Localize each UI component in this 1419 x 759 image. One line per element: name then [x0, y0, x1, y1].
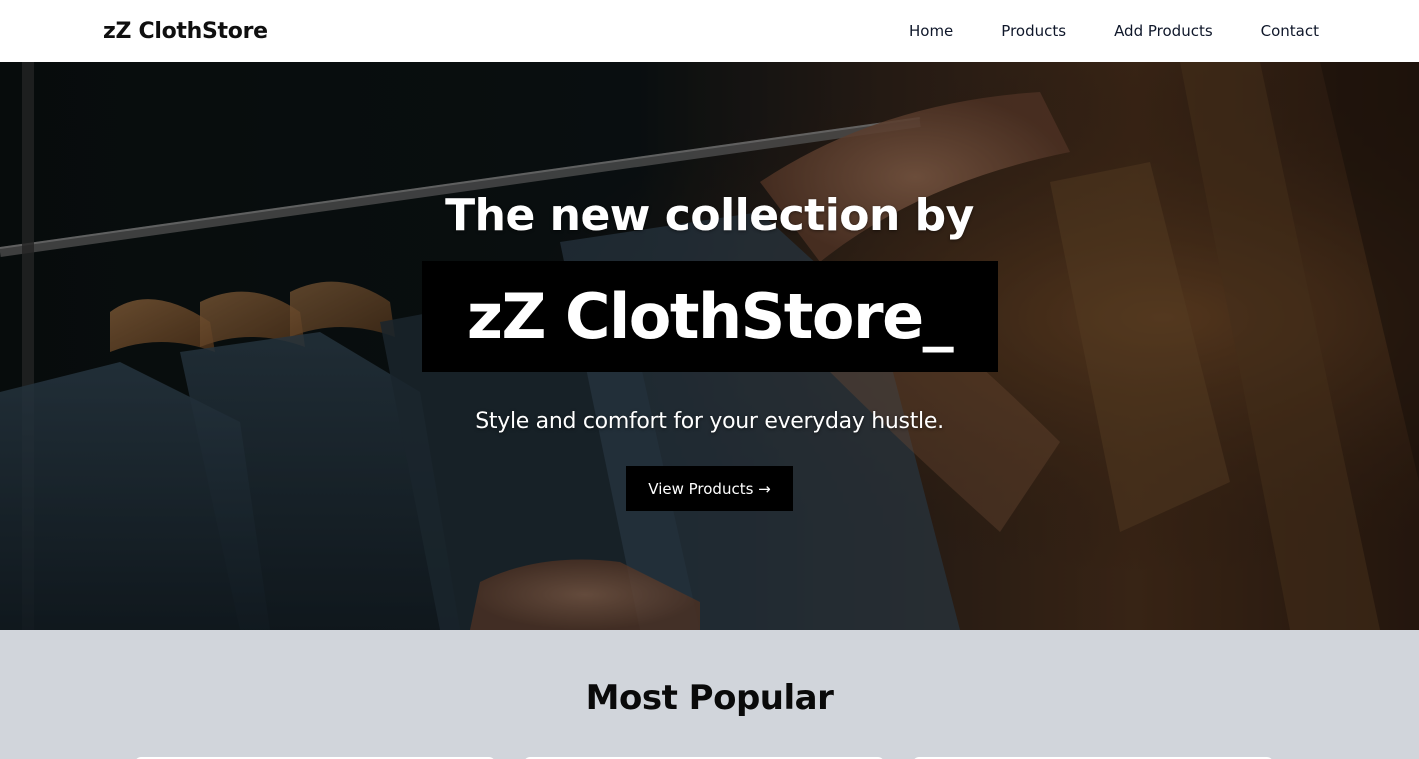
- nav-link-contact[interactable]: Contact: [1261, 22, 1319, 40]
- nav-link-home[interactable]: Home: [909, 22, 953, 40]
- nav-link-add-products[interactable]: Add Products: [1114, 22, 1213, 40]
- hero-content: The new collection by zZ ClothStore_ Sty…: [0, 62, 1419, 630]
- nav-link-products[interactable]: Products: [1001, 22, 1066, 40]
- brand-logo[interactable]: zZ ClothStore: [103, 19, 268, 44]
- hero-tagline: Style and comfort for your everyday hust…: [475, 409, 944, 434]
- most-popular-section: Most Popular: [0, 630, 1419, 759]
- hero-brand-text: zZ ClothStore_: [466, 279, 954, 353]
- hero-brand-box: zZ ClothStore_: [421, 261, 998, 372]
- most-popular-heading: Most Popular: [585, 678, 834, 718]
- hero-section: The new collection by zZ ClothStore_ Sty…: [0, 62, 1419, 630]
- nav-links: Home Products Add Products Contact: [909, 22, 1319, 40]
- navbar: zZ ClothStore Home Products Add Products…: [0, 0, 1419, 62]
- view-products-button[interactable]: View Products →: [626, 466, 793, 511]
- hero-title: The new collection by: [445, 190, 974, 241]
